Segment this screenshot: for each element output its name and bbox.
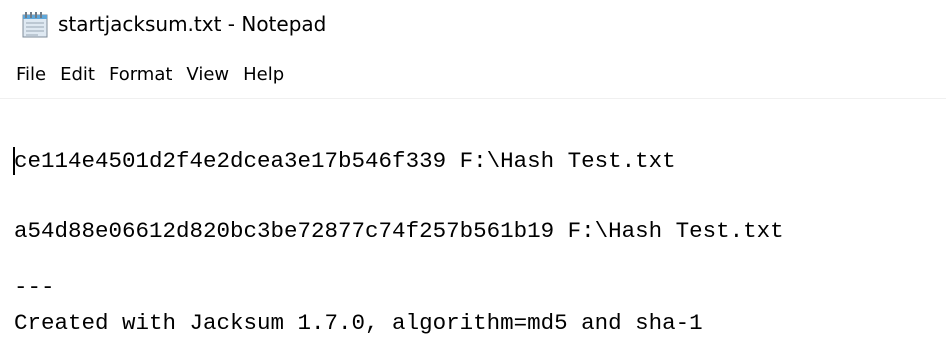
window-title: startjacksum.txt - Notepad	[58, 12, 327, 36]
notepad-window: startjacksum.txt - Notepad File Edit For…	[0, 0, 946, 339]
editor-line-md5: ce114e4501d2f4e2dcea3e17b546f339 F:\Hash…	[14, 148, 676, 174]
editor-line-separator: ---	[14, 274, 55, 300]
menu-view[interactable]: View	[184, 62, 231, 88]
menu-format[interactable]: Format	[107, 62, 174, 88]
menu-help[interactable]: Help	[241, 62, 286, 88]
notepad-icon	[22, 12, 50, 38]
menu-edit[interactable]: Edit	[58, 62, 97, 88]
text-editor[interactable]: ce114e4501d2f4e2dcea3e17b546f339 F:\Hash…	[0, 99, 946, 339]
menu-file[interactable]: File	[14, 62, 48, 88]
editor-line-footer: Created with Jacksum 1.7.0, algorithm=md…	[14, 310, 703, 336]
editor-line-sha1: a54d88e06612d820bc3be72877c74f257b561b19…	[14, 218, 784, 244]
menu-bar: File Edit Format View Help	[0, 57, 946, 93]
title-bar[interactable]: startjacksum.txt - Notepad	[0, 0, 946, 50]
